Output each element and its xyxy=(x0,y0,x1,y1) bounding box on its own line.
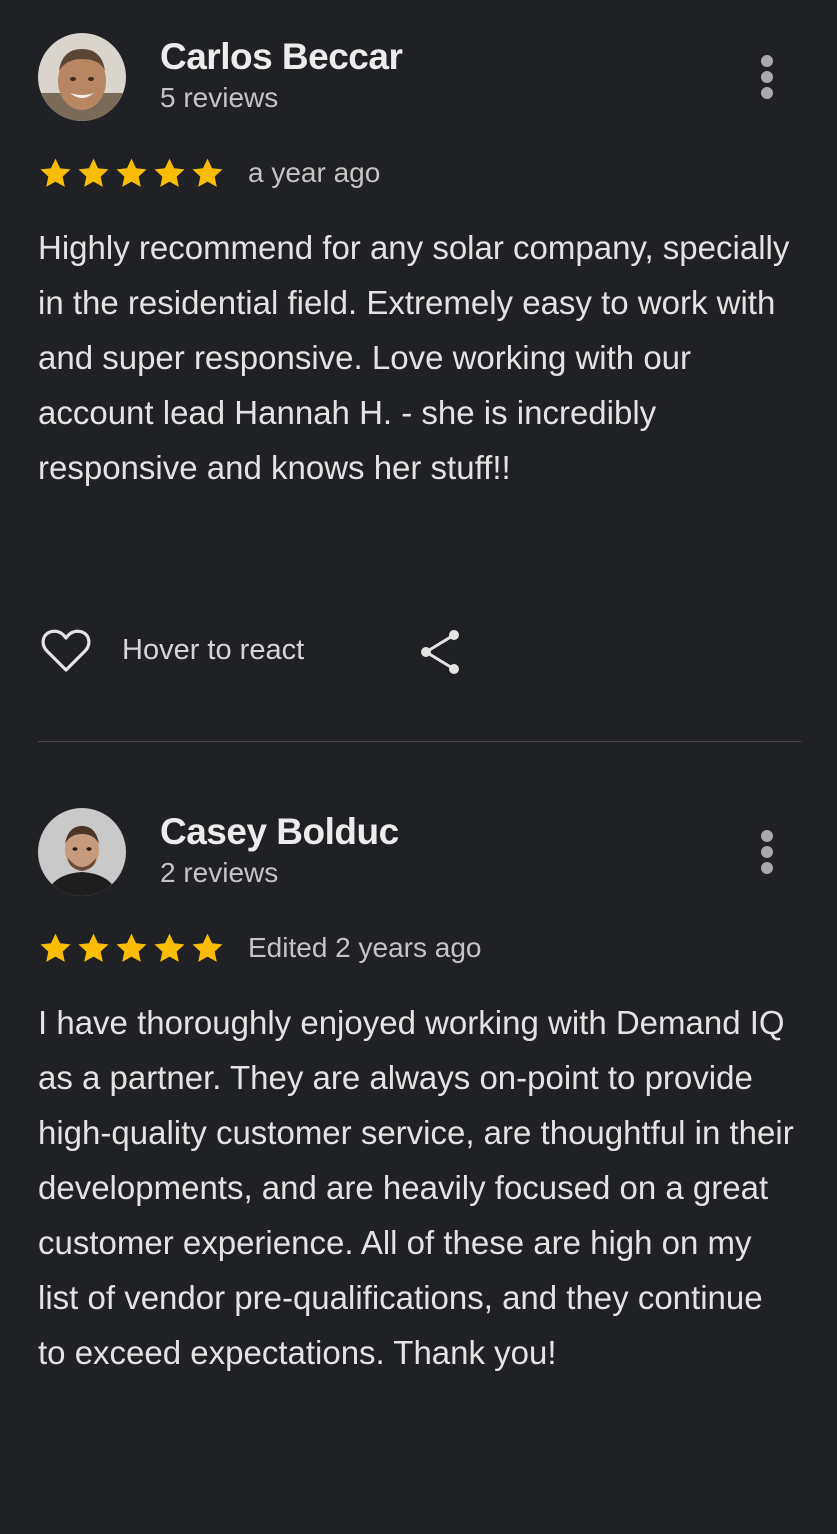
review-divider xyxy=(38,741,801,742)
share-icon xyxy=(421,630,459,674)
more-vert-icon-dot xyxy=(761,862,773,874)
avatar[interactable] xyxy=(38,808,126,896)
rating-row: Edited 2 years ago xyxy=(38,928,801,968)
more-vert-icon-dot xyxy=(761,87,773,99)
more-vert-icon-dot xyxy=(761,846,773,858)
review-header: Carlos Beccar 5 reviews xyxy=(38,33,801,123)
review-actions: Hover to react xyxy=(38,623,538,679)
star-icon xyxy=(40,933,71,962)
star-icon xyxy=(116,158,147,187)
reviewer-review-count: 2 reviews xyxy=(160,857,279,888)
avatar[interactable] xyxy=(38,33,126,121)
star-rating xyxy=(38,156,225,191)
star-icon xyxy=(154,933,185,962)
review-card: Casey Bolduc 2 reviews Edited 2 years ag… xyxy=(38,808,801,1380)
review-time: a year ago xyxy=(248,157,381,188)
rating-row: a year ago xyxy=(38,153,801,193)
review-text: Highly recommend for any solar company, … xyxy=(38,229,790,486)
star-rating xyxy=(38,931,225,966)
reviewer-name[interactable]: Casey Bolduc xyxy=(160,810,399,854)
review-card: Carlos Beccar 5 reviews a year ago Highl… xyxy=(38,33,801,674)
more-vert-icon xyxy=(761,830,773,842)
reviewer-name[interactable]: Carlos Beccar xyxy=(160,35,403,79)
star-icon xyxy=(116,933,147,962)
star-icon xyxy=(40,158,71,187)
star-icon xyxy=(78,158,109,187)
share-button[interactable] xyxy=(416,627,466,677)
star-icon xyxy=(192,158,223,187)
star-icon xyxy=(192,933,223,962)
review-time: Edited 2 years ago xyxy=(248,932,482,963)
star-icon xyxy=(78,933,109,962)
more-options-button[interactable] xyxy=(750,49,784,105)
review-text: I have thoroughly enjoyed working with D… xyxy=(38,1004,794,1371)
more-vert-icon-dot xyxy=(761,71,773,83)
reviewer-review-count: 5 reviews xyxy=(160,82,279,113)
review-header: Casey Bolduc 2 reviews xyxy=(38,808,801,898)
more-vert-icon xyxy=(761,55,773,67)
react-label[interactable]: Hover to react xyxy=(122,634,304,667)
react-button[interactable] xyxy=(38,623,94,679)
star-icon xyxy=(154,158,185,187)
heart-icon xyxy=(41,629,91,672)
more-options-button[interactable] xyxy=(750,824,784,880)
